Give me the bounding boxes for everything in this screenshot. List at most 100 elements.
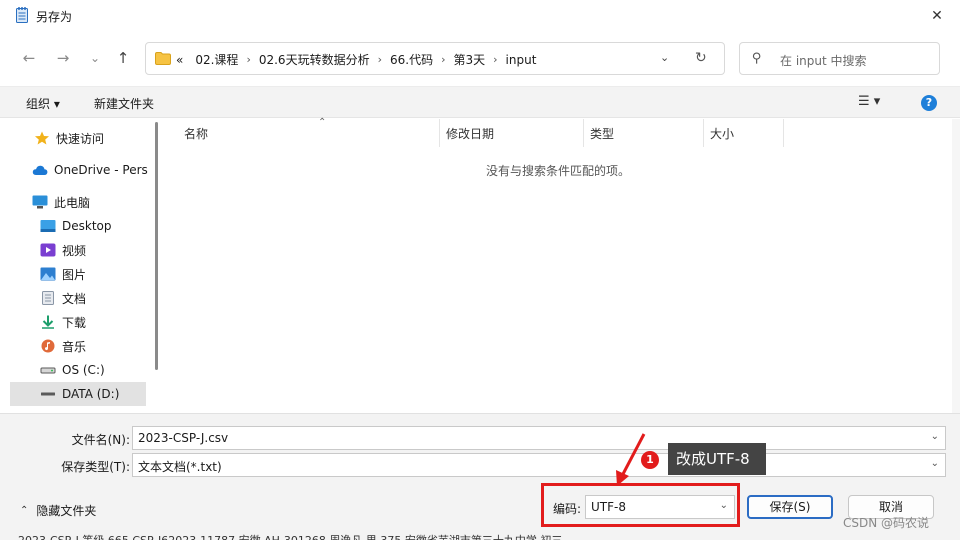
chevron-down-icon[interactable]: ⌄ <box>931 431 939 442</box>
cloud-icon <box>32 165 48 175</box>
help-icon[interactable]: ? <box>921 95 937 111</box>
watermark: CSDN @码农说 <box>843 516 930 530</box>
window-title: 另存为 <box>36 10 73 24</box>
filetype-value: 文本文档(*.txt) <box>138 460 222 474</box>
close-button[interactable]: ✕ <box>914 0 960 32</box>
close-icon: ✕ <box>931 8 943 24</box>
hide-folders-label: 隐藏文件夹 <box>36 504 97 518</box>
column-header-type[interactable]: 类型 <box>584 119 704 147</box>
column-header-date[interactable]: 修改日期 <box>440 119 584 147</box>
view-options-icon[interactable]: ☰ ▾ <box>858 94 880 109</box>
sidebar-item-onedrive[interactable]: OneDrive - Pers <box>10 158 148 182</box>
sidebar-item-label: Desktop <box>62 219 112 233</box>
column-header-size[interactable]: 大小 <box>704 119 784 147</box>
sidebar-item-documents[interactable]: 文档 <box>10 286 146 310</box>
sidebar-item-downloads[interactable]: 下载 <box>10 310 146 334</box>
sidebar-item-desktop[interactable]: Desktop <box>10 214 146 238</box>
search-placeholder: 在 input 中搜索 <box>780 54 867 68</box>
file-list: 名称 ⌃ 修改日期 类型 大小 没有与搜索条件匹配的项。 <box>164 117 952 413</box>
annotation-callout: 改成UTF-8 <box>668 443 766 475</box>
chevron-down-icon: ⌄ <box>719 500 728 511</box>
filename-value: 2023-CSP-J.csv <box>138 431 229 445</box>
column-header-label: 名称 <box>184 126 209 141</box>
column-header-label: 类型 <box>590 126 615 141</box>
encoding-value: UTF-8 <box>591 500 626 514</box>
address-dropdown-icon[interactable]: ⌄ <box>660 51 669 64</box>
video-icon <box>40 243 56 257</box>
column-header-label: 修改日期 <box>446 126 495 141</box>
sort-ascending-icon: ⌃ <box>318 117 327 128</box>
sidebar-item-label: 图片 <box>62 267 87 282</box>
back-button[interactable]: ← <box>18 48 40 68</box>
chevron-right-icon: › <box>441 53 446 66</box>
filename-field[interactable]: 2023-CSP-J.csv ⌄ <box>132 426 946 450</box>
sidebar-item-drive-d[interactable]: DATA (D:) <box>10 382 146 406</box>
up-button[interactable]: ↑ <box>112 48 134 68</box>
sidebar-item-label: OneDrive - Pers <box>54 163 148 177</box>
filetype-label: 保存类型(T): <box>61 460 130 474</box>
empty-state-message: 没有与搜索条件匹配的项。 <box>485 164 630 178</box>
drive-icon <box>41 392 55 396</box>
breadcrumb-item[interactable]: input <box>506 53 537 67</box>
breadcrumb-item[interactable]: 66.代码 <box>390 51 433 68</box>
browser-content: 快速访问 OneDrive - Pers 此电脑 Desktop 视频 图片 文… <box>0 117 960 413</box>
sidebar-item-label: 文档 <box>62 291 87 306</box>
star-icon <box>35 131 49 145</box>
refresh-icon[interactable]: ↻ <box>695 50 707 66</box>
notepad-icon <box>16 7 28 23</box>
filename-label: 文件名(N): <box>71 433 130 447</box>
hide-folders-toggle[interactable]: ⌃ 隐藏文件夹 <box>20 502 96 519</box>
breadcrumb: « 02.课程 › 02.6天玩转数据分析 › 66.代码 › 第3天 › in… <box>176 51 536 68</box>
sidebar-item-label: DATA (D:) <box>62 387 120 401</box>
address-bar[interactable]: « 02.课程 › 02.6天玩转数据分析 › 66.代码 › 第3天 › in… <box>145 42 725 75</box>
save-button[interactable]: 保存(S) <box>747 495 833 519</box>
navigation-pane: 快速访问 OneDrive - Pers 此电脑 Desktop 视频 图片 文… <box>10 119 156 413</box>
chevron-down-icon: ⌄ <box>930 458 939 469</box>
encoding-select[interactable]: UTF-8 ⌄ <box>585 495 735 519</box>
title-bar: 另存为 ✕ <box>0 0 960 32</box>
chevron-right-icon: › <box>493 53 498 66</box>
picture-icon <box>40 267 56 281</box>
computer-icon <box>32 195 48 209</box>
new-folder-button[interactable]: 新建文件夹 <box>94 95 154 112</box>
arrow-up-icon: ↑ <box>116 49 130 67</box>
document-icon <box>42 291 54 305</box>
music-icon <box>41 339 55 353</box>
sidebar-item-quick-access[interactable]: 快速访问 <box>10 126 146 150</box>
arrow-left-icon: ← <box>22 49 36 67</box>
column-header-name[interactable]: 名称 ⌃ <box>178 117 440 147</box>
background-text: 2023-CSP-J 等级 665 CSP-J62023-11787 安徽 AH… <box>18 532 562 540</box>
sidebar-item-pictures[interactable]: 图片 <box>10 262 146 286</box>
recent-locations-button[interactable]: ⌄ <box>84 48 106 68</box>
sidebar-item-label: OS (C:) <box>62 363 105 377</box>
chevron-up-icon: ⌃ <box>20 505 29 516</box>
breadcrumb-item[interactable]: 02.课程 <box>195 51 238 68</box>
forward-button[interactable]: → <box>52 48 74 68</box>
breadcrumb-item[interactable]: 第3天 <box>453 51 485 68</box>
sidebar-item-label: 快速访问 <box>56 131 105 146</box>
breadcrumb-item[interactable]: 02.6天玩转数据分析 <box>259 51 370 68</box>
command-bar: 组织 ▾ 新建文件夹 ☰ ▾ ? <box>0 86 960 118</box>
sidebar-item-label: 视频 <box>62 243 87 258</box>
sidebar-item-music[interactable]: 音乐 <box>10 334 146 358</box>
organize-button[interactable]: 组织 ▾ <box>26 95 60 112</box>
chevron-down-icon: ⌄ <box>89 51 101 65</box>
search-input[interactable]: ⚲ 在 input 中搜索 <box>739 42 940 75</box>
file-list-scrollbar[interactable] <box>952 119 960 413</box>
drive-icon <box>40 367 56 374</box>
encoding-label: 编码: <box>553 502 582 516</box>
chevron-right-icon: › <box>246 53 251 66</box>
download-icon <box>42 315 54 329</box>
breadcrumb-overflow[interactable]: « <box>176 53 183 67</box>
arrow-right-icon: → <box>56 49 70 67</box>
search-icon: ⚲ <box>752 51 762 66</box>
sidebar-scrollbar[interactable] <box>155 122 158 370</box>
desktop-icon <box>40 220 56 232</box>
sidebar-item-videos[interactable]: 视频 <box>10 238 146 262</box>
sidebar-item-label: 此电脑 <box>54 195 91 210</box>
column-header-label: 大小 <box>710 126 735 141</box>
filetype-select[interactable]: 文本文档(*.txt) ⌄ <box>132 453 946 477</box>
sidebar-item-drive-c[interactable]: OS (C:) <box>10 358 146 382</box>
sidebar-item-this-pc[interactable]: 此电脑 <box>10 190 146 214</box>
chevron-right-icon: › <box>377 53 382 66</box>
